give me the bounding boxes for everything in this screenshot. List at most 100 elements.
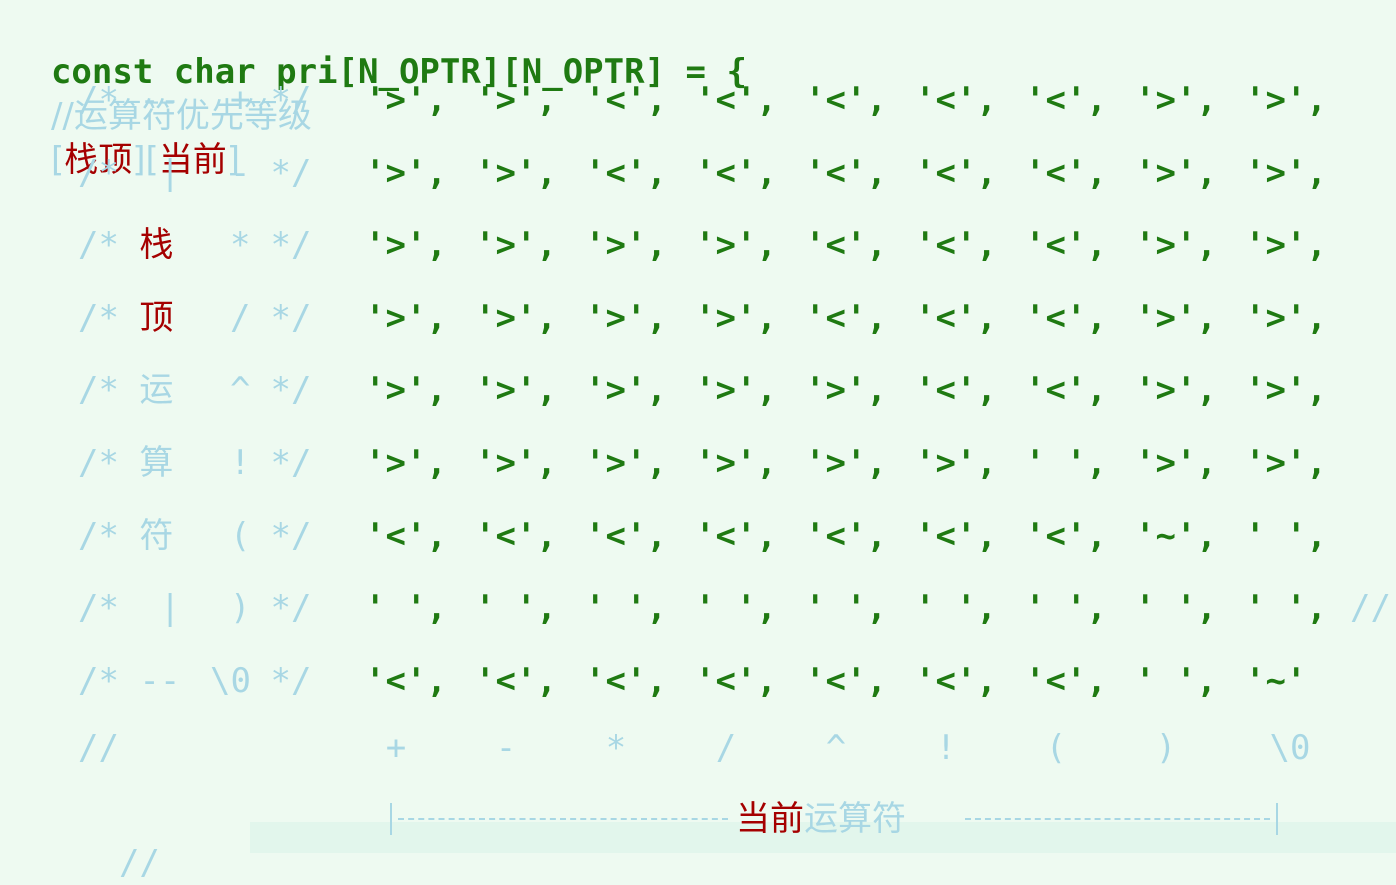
column-label: ^ xyxy=(825,728,847,768)
matrix-cell: '<', xyxy=(915,80,997,120)
matrix-row: '<', '<', '<', '<', '<', '<', '<', ' ', '~' xyxy=(0,659,1396,703)
matrix-cell: '>', xyxy=(915,443,997,483)
matrix-cell: '>', xyxy=(1135,443,1217,483)
matrix-cell: '<', xyxy=(585,661,667,701)
matrix-cell: ' ', xyxy=(915,588,997,628)
matrix-cell: '>', xyxy=(585,370,667,410)
matrix-cell: '>', xyxy=(1245,153,1327,193)
matrix-cell: '<', xyxy=(805,661,887,701)
matrix-cell: '<', xyxy=(1025,516,1107,556)
matrix-cell: '~' xyxy=(1245,661,1307,701)
matrix-cell: '<', xyxy=(365,661,447,701)
column-label: - xyxy=(495,728,517,768)
matrix-cell: ' ', xyxy=(475,588,557,628)
matrix-row: '>', '>', '>', '>', '>', '>', ' ', '>', '>', xyxy=(0,441,1396,485)
matrix-cell: '>', xyxy=(695,443,777,483)
matrix-row: '>', '>', '>', '>', '<', '<', '<', '>', '>', xyxy=(0,223,1396,267)
matrix-row: '>', '>', '>', '>', '>', '<', '<', '>', '>', xyxy=(0,368,1396,412)
matrix-cell: ' ', xyxy=(1245,588,1327,628)
matrix-cell: '>', xyxy=(1135,370,1217,410)
matrix-cell: '<', xyxy=(915,516,997,556)
footer-prefix: // xyxy=(78,797,160,883)
matrix-cell: '>', xyxy=(475,153,557,193)
matrix-cell: '>', xyxy=(585,225,667,265)
matrix-cell: '>', xyxy=(1245,80,1327,120)
matrix-cell: '<', xyxy=(1025,80,1107,120)
matrix-cell: '>', xyxy=(365,370,447,410)
matrix-cell: ' ', xyxy=(805,588,887,628)
row-trailing-comment: // xyxy=(1350,588,1391,628)
matrix-cell: '<', xyxy=(805,516,887,556)
matrix-cell: '<', xyxy=(695,80,777,120)
matrix-cell: '<', xyxy=(585,80,667,120)
matrix-cell: '>', xyxy=(585,443,667,483)
matrix-cell: '>', xyxy=(475,298,557,338)
matrix-cell: '>', xyxy=(1135,225,1217,265)
matrix-cell: ' ', xyxy=(1135,588,1217,628)
matrix-cell: '>', xyxy=(1245,225,1327,265)
matrix-cell: '>', xyxy=(805,443,887,483)
bracket-left-edge xyxy=(390,803,392,835)
matrix-cell: ' ', xyxy=(1245,516,1327,556)
matrix-cell: '>', xyxy=(695,225,777,265)
matrix-row: ' ', ' ', ' ', ' ', ' ', ' ', ' ', ' ', ' ', // xyxy=(0,586,1396,630)
matrix-cell: ' ', xyxy=(1025,588,1107,628)
matrix-cell: '>', xyxy=(1135,298,1217,338)
matrix-cell: '>', xyxy=(1135,80,1217,120)
matrix-cell: '<', xyxy=(1025,370,1107,410)
matrix-cell: '>', xyxy=(1245,298,1327,338)
column-label: \0 xyxy=(1269,728,1311,768)
column-labels-prefix: // xyxy=(78,728,119,768)
matrix-cell: ' ', xyxy=(1025,443,1107,483)
column-label: * xyxy=(605,728,627,768)
matrix-cell: '<', xyxy=(805,153,887,193)
matrix-cell: '<', xyxy=(915,370,997,410)
matrix-cell: '<', xyxy=(475,661,557,701)
matrix-cell: '<', xyxy=(585,153,667,193)
matrix-cell: ' ', xyxy=(695,588,777,628)
matrix-cell: '<', xyxy=(475,516,557,556)
matrix-cell: '<', xyxy=(365,516,447,556)
matrix-cell: '<', xyxy=(585,516,667,556)
matrix-cell: '<', xyxy=(695,516,777,556)
bracket-right-dashes xyxy=(965,818,1270,820)
matrix-cell: '<', xyxy=(805,225,887,265)
matrix-cell: '<', xyxy=(1025,225,1107,265)
column-label: ! xyxy=(935,728,957,768)
matrix-cell: '>', xyxy=(475,443,557,483)
matrix-cell: '>', xyxy=(365,80,447,120)
column-label: + xyxy=(385,728,407,768)
matrix-cell: '>', xyxy=(1245,370,1327,410)
column-label: ) xyxy=(1155,728,1177,768)
footer-comment-marker: // xyxy=(118,843,160,883)
matrix-cell: '<', xyxy=(915,153,997,193)
matrix-cell: ' ', xyxy=(1135,661,1217,701)
array-declaration-line: const char pri[N_OPTR][N_OPTR] = { //运算符… xyxy=(10,6,747,180)
matrix-cell: '>', xyxy=(695,298,777,338)
column-label: ( xyxy=(1045,728,1067,768)
matrix-cell: '>', xyxy=(1245,443,1327,483)
matrix-cell: '<', xyxy=(805,298,887,338)
matrix-cell: '~', xyxy=(1135,516,1217,556)
matrix-cell: '>', xyxy=(475,225,557,265)
matrix-row: '>', '>', '<', '<', '<', '<', '<', '>', '>', xyxy=(0,78,1396,122)
matrix-cell: '<', xyxy=(805,80,887,120)
matrix-row: '<', '<', '<', '<', '<', '<', '<', '~', ' ', xyxy=(0,514,1396,558)
bracket-right-edge xyxy=(1276,803,1278,835)
matrix-cell: '>', xyxy=(365,153,447,193)
matrix-cell: '>', xyxy=(475,370,557,410)
matrix-cell: '>', xyxy=(1135,153,1217,193)
matrix-row: '>', '>', '<', '<', '<', '<', '<', '>', '>', xyxy=(0,151,1396,195)
matrix-row: '>', '>', '>', '>', '<', '<', '<', '>', '>', xyxy=(0,296,1396,340)
matrix-cell: '<', xyxy=(915,225,997,265)
matrix-cell: '<', xyxy=(695,661,777,701)
bracket-left-dashes xyxy=(398,818,728,820)
matrix-cell: '>', xyxy=(695,370,777,410)
matrix-cell: '>', xyxy=(585,298,667,338)
matrix-cell: '<', xyxy=(915,298,997,338)
matrix-cell: '<', xyxy=(1025,661,1107,701)
matrix-cell: '<', xyxy=(1025,153,1107,193)
current-operator-bracket: 当前运算符 xyxy=(390,797,1280,841)
matrix-cell: ' ', xyxy=(365,588,447,628)
matrix-cell: '<', xyxy=(915,661,997,701)
